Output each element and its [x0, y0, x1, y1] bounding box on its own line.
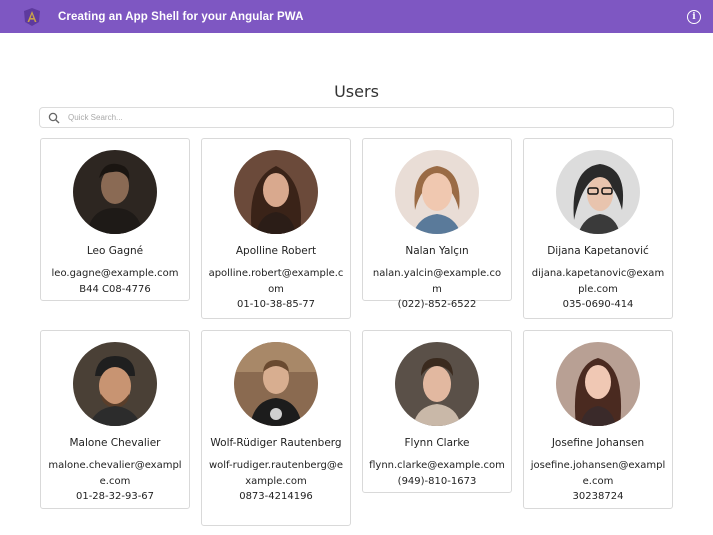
user-name: Nalan Yalçın [405, 245, 469, 257]
user-name: Leo Gagné [86, 245, 144, 257]
user-email: nalan.yalcin@example.com [372, 268, 502, 295]
user-avatar [234, 342, 318, 426]
user-name: Wolf-Rüdiger Rautenberg [210, 437, 342, 449]
user-card[interactable]: Dijana Kapetanović dijana.kapetanovic@ex… [523, 138, 673, 319]
user-card[interactable]: Malone Chevalier malone.chevalier@exampl… [40, 330, 190, 509]
user-card[interactable]: Nalan Yalçın nalan.yalcin@example.com (0… [362, 138, 512, 310]
user-email: leo.gagne@example.com [51, 268, 179, 279]
user-avatar [234, 150, 318, 234]
user-email: josefine.johansen@example.com [530, 460, 666, 487]
user-avatar [395, 342, 479, 426]
user-email: wolf-rudiger.rautenberg@example.com [208, 460, 344, 487]
user-phone: 30238724 [572, 491, 624, 502]
angular-logo-icon [22, 7, 42, 27]
user-card[interactable]: Wolf-Rüdiger Rautenberg wolf-rudiger.rau… [201, 330, 351, 526]
search-input[interactable] [68, 113, 628, 122]
user-card[interactable]: Apolline Robert apolline.robert@example.… [201, 138, 351, 319]
user-avatar [556, 342, 640, 426]
search-icon [48, 112, 60, 123]
user-avatar [395, 150, 479, 234]
user-card[interactable]: Josefine Johansen josefine.johansen@exam… [523, 330, 673, 509]
user-name: Apolline Robert [235, 245, 317, 257]
user-card[interactable]: Leo Gagné leo.gagne@example.com B44 C08-… [40, 138, 190, 301]
app-title: Creating an App Shell for your Angular P… [58, 10, 304, 23]
user-phone: 01-28-32-93-67 [75, 491, 155, 502]
user-name: Dijana Kapetanović [547, 245, 649, 257]
app-toolbar: Creating an App Shell for your Angular P… [0, 0, 713, 33]
user-avatar [73, 150, 157, 234]
info-icon[interactable]: i [687, 9, 701, 24]
user-email: apolline.robert@example.com [208, 268, 344, 295]
user-name: Malone Chevalier [69, 437, 161, 449]
user-email: dijana.kapetanovic@example.com [531, 268, 665, 295]
user-email: malone.chevalier@example.com [48, 460, 182, 487]
user-phone: (949)-810-1673 [397, 475, 477, 487]
user-avatar [73, 342, 157, 426]
search-bar [39, 107, 674, 128]
user-card[interactable]: Flynn Clarke flynn.clarke@example.com (9… [362, 330, 512, 493]
user-email: flynn.clarke@example.com [369, 460, 505, 471]
user-avatar [556, 150, 640, 234]
user-phone: (022)-852-6522 [397, 299, 477, 310]
user-name: Josefine Johansen [551, 437, 645, 449]
user-phone: B44 C08-4776 [79, 283, 151, 295]
user-phone: 0873-4214196 [239, 491, 313, 502]
user-phone: 01-10-38-85-77 [236, 299, 316, 310]
user-phone: 035-0690-414 [562, 299, 634, 310]
page-title: Users [334, 82, 379, 101]
user-name: Flynn Clarke [404, 437, 470, 449]
